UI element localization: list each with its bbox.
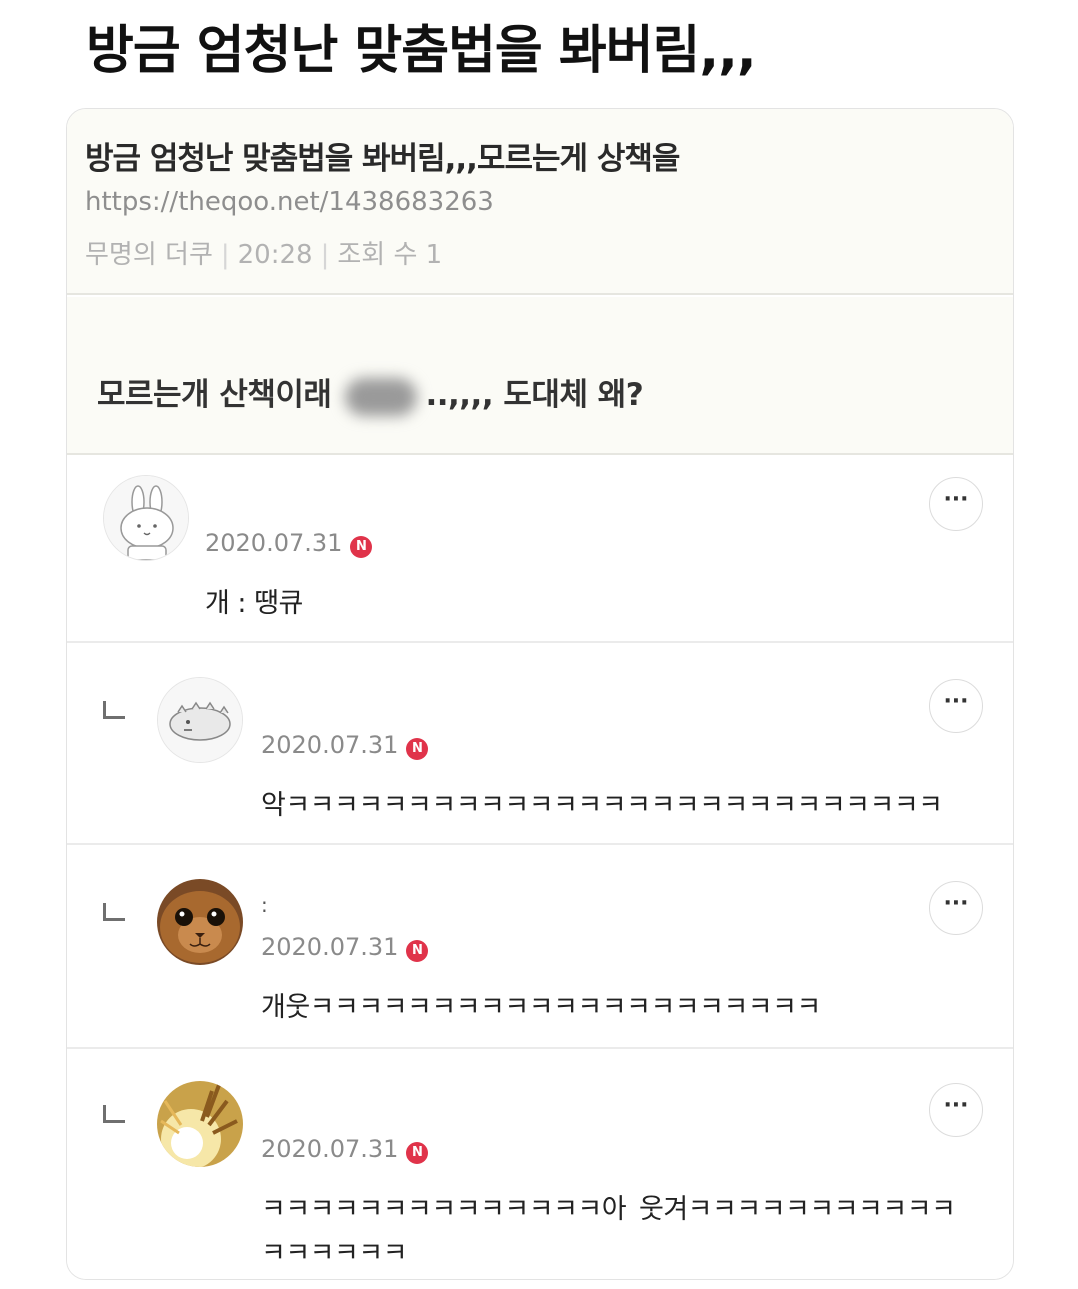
meta-divider: |	[320, 240, 330, 270]
post-header: 방금 엄청난 맞춤법을 봐버림,,,모르는게 상책을 https://theqo…	[67, 109, 1013, 295]
post-body: 모르는개 산책이래 ..,,,, 도대체 왜?	[67, 297, 1013, 455]
post-body-before: 모르는개 산책이래	[97, 377, 332, 413]
post-meta: 무명의 더쿠 | 20:28 | 조회 수 1	[85, 234, 442, 271]
comment-item: : 2020.07.31 N 개웃ㅋㅋㅋㅋㅋㅋㅋㅋㅋㅋㅋㅋㅋㅋㅋㅋㅋㅋㅋㅋㅋ ··…	[67, 847, 1013, 1049]
post-body-text: 모르는개 산책이래 ..,,,, 도대체 왜?	[97, 369, 644, 416]
comment-author: :	[261, 893, 268, 917]
new-badge: N	[406, 1142, 429, 1164]
blurred-redaction	[345, 377, 418, 416]
comment-text-line1a: ㅋㅋㅋㅋㅋㅋㅋㅋㅋㅋㅋㅋㅋㅋ아	[261, 1194, 627, 1225]
post-author: 무명의 더쿠	[85, 240, 213, 270]
comment-date: 2020.07.31	[261, 1135, 399, 1163]
page: 방금 엄청난 맞춤법을 봐버림,,, 방금 엄청난 맞춤법을 봐버림,,,모르는…	[0, 0, 1078, 1289]
more-options-button[interactable]: ···	[929, 679, 983, 733]
comment-meta: 2020.07.31 N	[205, 529, 373, 558]
more-options-button[interactable]: ···	[929, 477, 983, 531]
post-time: 20:28	[237, 240, 313, 270]
burst-avatar[interactable]	[157, 1081, 243, 1167]
comment-item: 2020.07.31 N 악ㅋㅋㅋㅋㅋㅋㅋㅋㅋㅋㅋㅋㅋㅋㅋㅋㅋㅋㅋㅋㅋㅋㅋㅋㅋㅋㅋ…	[67, 645, 1013, 845]
rabbit-avatar[interactable]	[103, 475, 189, 561]
post-url[interactable]: https://theqoo.net/1438683263	[85, 187, 494, 217]
cat-avatar[interactable]	[157, 879, 243, 965]
comment-item: 2020.07.31 N 개 : 땡큐 ···	[67, 457, 1013, 643]
comment-text-line2: ㅋㅋㅋㅋㅋㅋ	[261, 1238, 408, 1269]
screenshot-card: 방금 엄청난 맞춤법을 봐버림,,,모르는게 상책을 https://theqo…	[66, 108, 1014, 1280]
more-options-button[interactable]: ···	[929, 881, 983, 935]
comment-text: 개 : 땡큐	[205, 588, 303, 619]
reply-arrow-icon	[103, 903, 125, 921]
reply-arrow-icon	[103, 701, 125, 719]
tweet-text: 방금 엄청난 맞춤법을 봐버림,,,	[86, 21, 757, 81]
comment-text: 개웃ㅋㅋㅋㅋㅋㅋㅋㅋㅋㅋㅋㅋㅋㅋㅋㅋㅋㅋㅋㅋㅋ	[261, 992, 821, 1023]
comment-item: 2020.07.31 N ㅋㅋㅋㅋㅋㅋㅋㅋㅋㅋㅋㅋㅋㅋ아 웃겨ㅋㅋㅋㅋㅋㅋㅋㅋㅋㅋ…	[67, 1051, 1013, 1279]
more-options-button[interactable]: ···	[929, 1083, 983, 1137]
comment-date: 2020.07.31	[261, 731, 399, 759]
reply-arrow-icon	[103, 1105, 125, 1123]
comment-meta: 2020.07.31 N	[261, 933, 429, 962]
comment-text-line1b: 웃겨ㅋㅋㅋㅋㅋㅋㅋㅋㅋㅋㅋ	[639, 1194, 956, 1225]
new-badge: N	[406, 940, 429, 962]
comment-date: 2020.07.31	[205, 529, 343, 557]
dino-avatar[interactable]	[157, 677, 243, 763]
comment-meta: 2020.07.31 N	[261, 731, 429, 760]
post-title: 방금 엄청난 맞춤법을 봐버림,,,모르는게 상책을	[85, 141, 680, 177]
post-views: 조회 수 1	[337, 240, 443, 270]
post-body-after: ..,,,, 도대체 왜?	[425, 377, 644, 413]
comment-date: 2020.07.31	[261, 933, 399, 961]
new-badge: N	[350, 536, 373, 558]
comment-meta: 2020.07.31 N	[261, 1135, 429, 1164]
new-badge: N	[406, 738, 429, 760]
comment-text: 악ㅋㅋㅋㅋㅋㅋㅋㅋㅋㅋㅋㅋㅋㅋㅋㅋㅋㅋㅋㅋㅋㅋㅋㅋㅋㅋㅋ	[261, 790, 943, 821]
meta-divider: |	[220, 240, 230, 270]
